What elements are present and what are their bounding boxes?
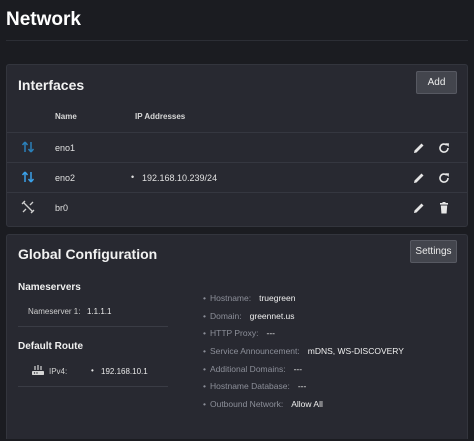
detail-value: --- — [293, 364, 303, 374]
detail-value: truegreen — [259, 293, 296, 303]
settings-button[interactable]: Settings — [410, 240, 457, 263]
interfaces-title: Interfaces — [18, 77, 85, 93]
detail-key: Hostname Database: — [209, 381, 290, 391]
interface-row-eno1[interactable]: eno1 — [7, 132, 467, 162]
nameserver-value: 1.1.1.1 — [87, 307, 112, 316]
arrows-updown-icon — [21, 171, 35, 183]
ip-bullet: • — [131, 172, 135, 182]
detail-key: HTTP Proxy: — [209, 328, 259, 338]
interface-name: eno1 — [55, 143, 76, 153]
default-route-divider — [18, 386, 168, 387]
interfaces-card: Interfaces Add Name IP Addresses eno1 en… — [6, 64, 468, 227]
nameservers-heading: Nameservers — [18, 282, 81, 293]
nameservers-divider — [18, 326, 168, 327]
route-label: IPv4: — [49, 367, 68, 376]
add-interface-button[interactable]: Add — [416, 71, 457, 94]
route-value: 192.168.10.1 — [101, 367, 148, 376]
detail-outbound-network: • Outbound Network: Allow All — [203, 399, 323, 409]
detail-value: Allow All — [291, 399, 323, 409]
detail-key: Service Announcement: — [209, 346, 300, 356]
edit-icon[interactable] — [412, 141, 426, 155]
edit-icon[interactable] — [412, 201, 426, 215]
default-route-heading: Default Route — [18, 341, 83, 352]
detail-service-announcement: • Service Announcement: mDNS, WS-DISCOVERY — [203, 346, 404, 356]
detail-key: Hostname: — [209, 293, 252, 303]
global-configuration-card: Global Configuration Settings Nameserver… — [6, 234, 468, 439]
refresh-icon[interactable] — [437, 171, 451, 185]
edit-icon[interactable] — [412, 171, 426, 185]
bridge-icon — [21, 200, 35, 214]
detail-key: Domain: — [209, 311, 242, 321]
interface-row-br0[interactable]: br0 — [7, 192, 467, 222]
title-divider — [6, 40, 468, 41]
detail-key: Outbound Network: — [209, 399, 284, 409]
detail-hostname-database: • Hostname Database: --- — [203, 381, 307, 391]
detail-domain: • Domain: greennet.us — [203, 311, 295, 321]
interface-name: br0 — [55, 203, 69, 213]
nameserver-label: Nameserver 1: — [28, 307, 81, 316]
page-title: Network — [6, 9, 81, 30]
detail-value: --- — [297, 381, 307, 391]
interface-name: eno2 — [55, 173, 76, 183]
detail-value: greennet.us — [249, 311, 295, 321]
detail-http-proxy: • HTTP Proxy: --- — [203, 328, 275, 338]
interface-row-eno2[interactable]: eno2 • 192.168.10.239/24 — [7, 162, 467, 192]
interface-ip: 192.168.10.239/24 — [142, 173, 218, 183]
delete-icon[interactable] — [437, 201, 451, 215]
column-header-name: Name — [55, 112, 77, 121]
detail-value: mDNS, WS-DISCOVERY — [307, 346, 404, 356]
detail-hostname: • Hostname: truegreen — [203, 293, 296, 303]
global-configuration-title: Global Configuration — [18, 246, 158, 262]
column-header-ip: IP Addresses — [135, 112, 186, 121]
detail-additional-domains: • Additional Domains: --- — [203, 364, 303, 374]
arrows-updown-icon — [21, 141, 35, 153]
detail-key: Additional Domains: — [209, 364, 286, 374]
route-bullet: • — [91, 366, 94, 375]
router-icon — [32, 365, 44, 375]
detail-value: --- — [266, 328, 275, 338]
refresh-icon[interactable] — [437, 141, 451, 155]
